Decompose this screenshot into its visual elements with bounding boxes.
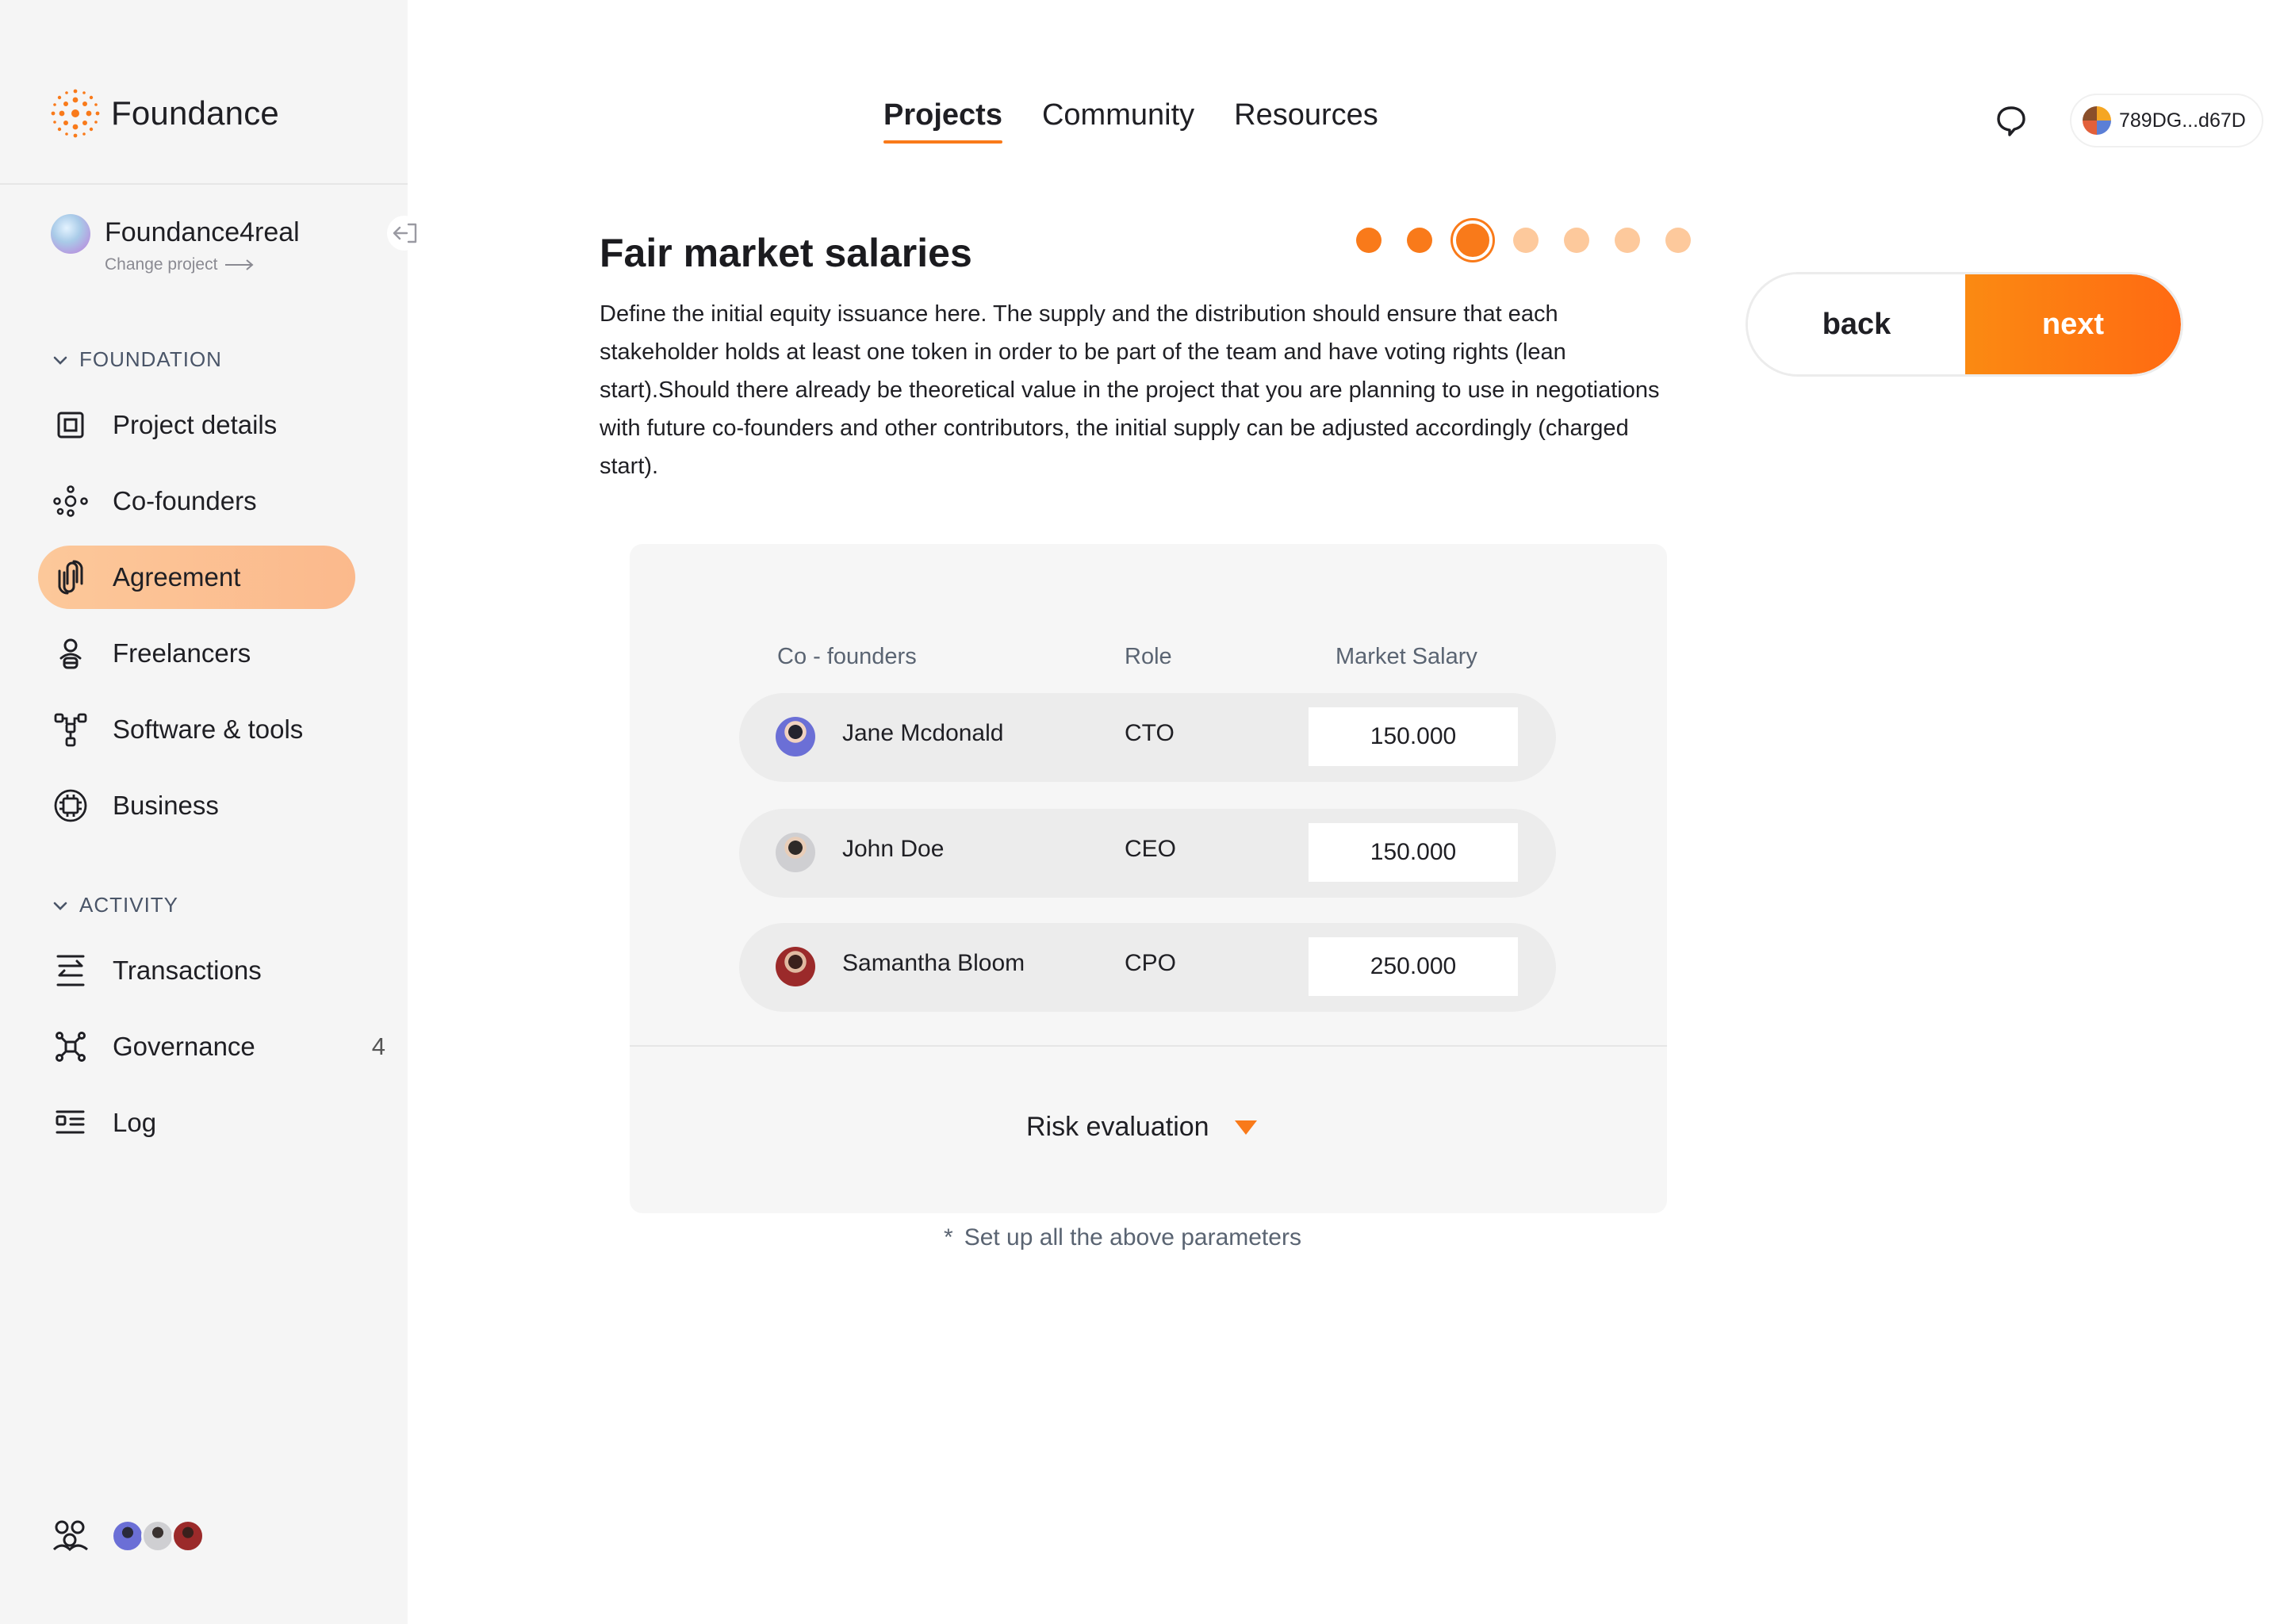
wallet-address: 789DG...d67D	[2119, 109, 2246, 132]
change-project-label: Change project	[105, 255, 218, 274]
column-header-salary: Market Salary	[1336, 644, 1477, 669]
hierarchy-icon	[52, 711, 89, 748]
section-foundation-title: FOUNDATION	[79, 347, 222, 371]
collapse-sidebar-button[interactable]	[387, 216, 422, 251]
step-dot-current[interactable]	[1453, 220, 1493, 260]
brand[interactable]: Foundance	[51, 89, 279, 138]
page-description: Define the initial equity issuance here.…	[600, 301, 1660, 479]
sidebar-item-business[interactable]: Business	[38, 774, 355, 837]
step-dot[interactable]	[1564, 228, 1589, 253]
column-header-cofounders: Co - founders	[777, 644, 917, 669]
risk-evaluation-label: Risk evaluation	[1026, 1112, 1209, 1142]
sidebar-item-governance[interactable]: Governance 4	[38, 1015, 385, 1078]
cofounder-name: John Doe	[842, 836, 945, 862]
avatar	[776, 833, 815, 872]
project-name: Foundance4real	[105, 217, 300, 247]
change-project-link[interactable]: Change project	[105, 255, 300, 274]
section-foundation[interactable]: FOUNDATION	[52, 347, 222, 372]
caret-down-icon	[1234, 1120, 1257, 1135]
arrow-right-icon	[225, 259, 254, 270]
sidebar-item-freelancers[interactable]: Freelancers	[38, 622, 355, 685]
sidebar: Foundance Foundance4real Change project …	[0, 0, 422, 1624]
next-button[interactable]: next	[1965, 274, 2181, 374]
link-icon	[52, 559, 89, 596]
avatar[interactable]	[141, 1519, 174, 1553]
market-salary-input[interactable]	[1309, 707, 1518, 766]
square-frame-icon	[52, 407, 89, 443]
brand-name: Foundance	[111, 94, 279, 132]
wizard-navigation: back next	[1748, 274, 2181, 374]
setup-hint: * Set up all the above parameters	[944, 1224, 1301, 1251]
cofounders-icon	[52, 483, 89, 519]
chevron-down-icon	[53, 356, 67, 365]
table-row: John Doe CEO	[739, 809, 1556, 898]
person-icon	[52, 635, 89, 672]
wallet-button[interactable]: 789DG...d67D	[2071, 95, 2262, 146]
chevron-down-icon	[53, 902, 67, 910]
panel-divider	[630, 1045, 1667, 1047]
market-salary-input[interactable]	[1309, 823, 1518, 882]
tab-projects[interactable]: Projects	[883, 98, 1002, 144]
wallet-avatar	[2083, 106, 2111, 135]
market-salary-input[interactable]	[1309, 937, 1518, 996]
foundance-logo-icon	[51, 89, 100, 138]
collapse-icon	[393, 223, 417, 243]
step-dot[interactable]	[1407, 228, 1432, 253]
step-dot[interactable]	[1665, 228, 1691, 253]
sidebar-item-transactions[interactable]: Transactions	[38, 939, 355, 1002]
avatar[interactable]	[111, 1519, 144, 1553]
governance-count-badge: 4	[371, 1032, 385, 1060]
cofounder-role: CPO	[1125, 950, 1177, 976]
table-row: Jane Mcdonald CTO	[739, 693, 1556, 782]
team-avatars[interactable]	[51, 1518, 205, 1554]
sidebar-item-label: Software & tools	[113, 714, 304, 744]
project-switcher[interactable]: Foundance4real Change project	[51, 213, 300, 274]
sidebar-item-label: Project details	[113, 410, 278, 439]
project-avatar	[51, 214, 90, 254]
avatar[interactable]	[171, 1519, 205, 1553]
section-activity[interactable]: ACTIVITY	[52, 893, 178, 917]
sidebar-item-label: Transactions	[113, 956, 262, 985]
page-title: Fair market salaries	[600, 231, 972, 275]
table-row: Samantha Bloom CPO	[739, 923, 1556, 1012]
sidebar-item-agreement[interactable]: Agreement	[38, 546, 355, 609]
tab-community[interactable]: Community	[1042, 98, 1194, 144]
sidebar-item-project-details[interactable]: Project details	[38, 393, 355, 457]
column-header-role: Role	[1125, 644, 1172, 669]
back-button[interactable]: back	[1748, 274, 1965, 374]
chip-icon	[52, 787, 89, 824]
chat-bubble-icon[interactable]	[1994, 103, 2029, 138]
sidebar-item-label: Governance	[113, 1032, 255, 1061]
cofounder-role: CTO	[1125, 720, 1175, 746]
network-icon	[52, 1028, 89, 1065]
sidebar-item-label: Business	[113, 791, 219, 820]
tab-resources[interactable]: Resources	[1234, 98, 1378, 144]
cofounder-name: Samantha Bloom	[842, 950, 1025, 976]
sidebar-item-co-founders[interactable]: Co-founders	[38, 469, 355, 533]
sidebar-item-label: Agreement	[113, 562, 241, 592]
sidebar-divider	[0, 183, 408, 185]
step-dot[interactable]	[1513, 228, 1539, 253]
avatar	[776, 947, 815, 986]
step-dot[interactable]	[1615, 228, 1640, 253]
sidebar-item-label: Co-founders	[113, 486, 257, 515]
top-navigation: Projects Community Resources	[883, 98, 1378, 144]
transfer-icon	[52, 952, 89, 989]
hint-text: Set up all the above parameters	[964, 1224, 1301, 1251]
section-activity-title: ACTIVITY	[79, 893, 179, 917]
avatar	[776, 717, 815, 756]
team-icon	[52, 1520, 88, 1552]
step-dot[interactable]	[1356, 228, 1382, 253]
sidebar-item-label: Freelancers	[113, 638, 251, 668]
risk-evaluation-toggle[interactable]: Risk evaluation	[1026, 1112, 1259, 1143]
list-icon	[52, 1105, 89, 1141]
step-indicator	[1356, 220, 1691, 260]
sidebar-item-software-tools[interactable]: Software & tools	[38, 698, 355, 761]
cofounder-role: CEO	[1125, 836, 1177, 862]
cofounder-name: Jane Mcdonald	[842, 720, 1004, 746]
sidebar-item-log[interactable]: Log	[38, 1091, 355, 1155]
sidebar-item-label: Log	[113, 1108, 157, 1137]
hint-star: *	[944, 1224, 953, 1251]
